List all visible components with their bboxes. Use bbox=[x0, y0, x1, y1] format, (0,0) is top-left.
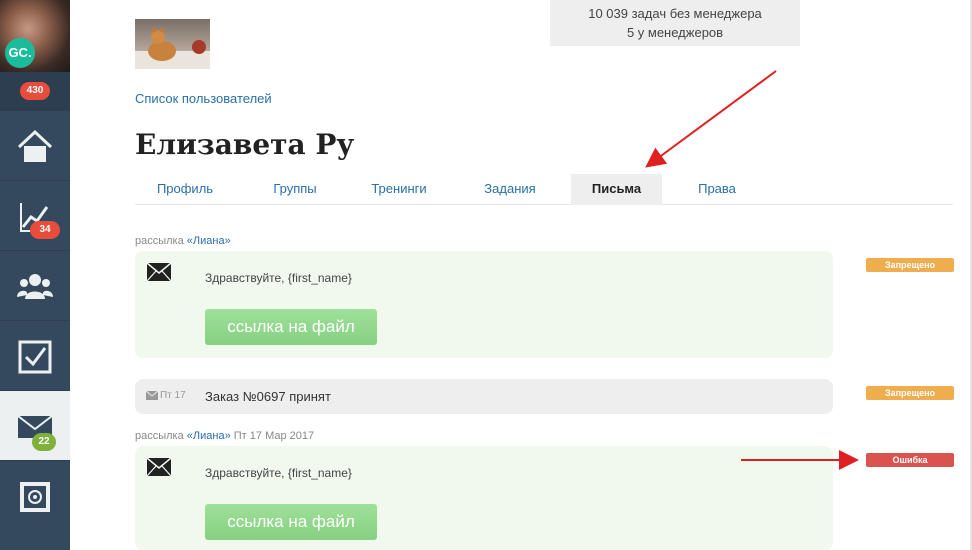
safe-icon bbox=[20, 482, 50, 512]
sender-link[interactable]: «Лиана» bbox=[187, 430, 231, 442]
sidebar-item-users[interactable] bbox=[0, 250, 70, 320]
unassigned-tasks-text: 10 039 задач без менеджера bbox=[588, 6, 762, 21]
message-row[interactable]: Пт 17 Заказ №0697 принят bbox=[135, 379, 833, 414]
tab-letters[interactable]: Письма bbox=[571, 174, 662, 205]
mailing-prefix: рассылка bbox=[135, 235, 187, 247]
mailing-prefix: рассылка bbox=[135, 430, 187, 442]
tab-profile[interactable]: Профиль bbox=[135, 174, 235, 205]
assigned-tasks-text: 5 у менеджеров bbox=[626, 25, 724, 40]
account-avatar[interactable]: GC. bbox=[0, 0, 70, 72]
file-link-button[interactable]: ссылка на файл bbox=[205, 504, 377, 540]
envelope-icon bbox=[147, 263, 171, 281]
home-icon bbox=[17, 129, 53, 162]
message-subject: Заказ №0697 принят bbox=[205, 389, 331, 404]
status-badge: Запрещено bbox=[866, 386, 954, 400]
tab-trainings[interactable]: Тренинги bbox=[349, 174, 449, 205]
user-list-link[interactable]: Список пользователей bbox=[135, 91, 272, 106]
users-icon bbox=[17, 274, 53, 299]
mail-badge: 22 bbox=[32, 433, 56, 451]
sidebar-item-home[interactable] bbox=[0, 110, 70, 180]
status-badge: Ошибка bbox=[866, 453, 954, 467]
sidebar: GC. 430 34 22 bbox=[0, 0, 70, 550]
message-date: Пт 17 bbox=[160, 390, 186, 401]
cat-image bbox=[135, 26, 210, 69]
tab-assignments[interactable]: Задания bbox=[460, 174, 560, 205]
tasks-stats-panel: 10 039 задач без менеджера 5 у менеджеро… bbox=[550, 0, 800, 46]
user-photo bbox=[135, 19, 210, 69]
envelope-icon bbox=[146, 391, 158, 400]
checkbox-icon bbox=[18, 340, 52, 374]
sidebar-item-safe[interactable] bbox=[0, 460, 70, 530]
sidebar-item-stats[interactable]: 34 bbox=[0, 180, 70, 250]
message-meta: рассылка «Лиана» Пт 17 Мар 2017 bbox=[135, 430, 314, 442]
tab-groups[interactable]: Группы bbox=[245, 174, 345, 205]
gc-logo: GC. bbox=[5, 38, 35, 68]
message-card[interactable]: Здравствуйте, {first_name} ссылка на фай… bbox=[135, 251, 833, 358]
message-greeting: Здравствуйте, {first_name} bbox=[205, 466, 352, 480]
notifications-badge: 430 bbox=[20, 82, 50, 100]
message-card[interactable]: Здравствуйте, {first_name} ссылка на фай… bbox=[135, 446, 833, 550]
message-greeting: Здравствуйте, {first_name} bbox=[205, 271, 352, 285]
sidebar-item-mail[interactable]: 22 bbox=[0, 390, 70, 460]
message-meta: рассылка «Лиана» bbox=[135, 235, 231, 247]
stats-badge: 34 bbox=[30, 221, 60, 239]
page-title: Елизавета Ру bbox=[135, 128, 355, 161]
status-badge: Запрещено bbox=[866, 258, 954, 272]
sidebar-item-tasks[interactable] bbox=[0, 320, 70, 390]
arrow-to-letters-tab bbox=[645, 70, 777, 168]
file-link-button[interactable]: ссылка на файл bbox=[205, 309, 377, 345]
sender-link[interactable]: «Лиана» bbox=[187, 235, 231, 247]
message-date: Пт 17 Мар 2017 bbox=[230, 430, 315, 442]
tab-rights[interactable]: Права bbox=[667, 174, 767, 205]
envelope-icon bbox=[147, 458, 171, 476]
notifications-area[interactable]: 430 bbox=[0, 72, 70, 110]
tab-bar: Профиль Группы Тренинги Задания Письма П… bbox=[135, 174, 953, 205]
